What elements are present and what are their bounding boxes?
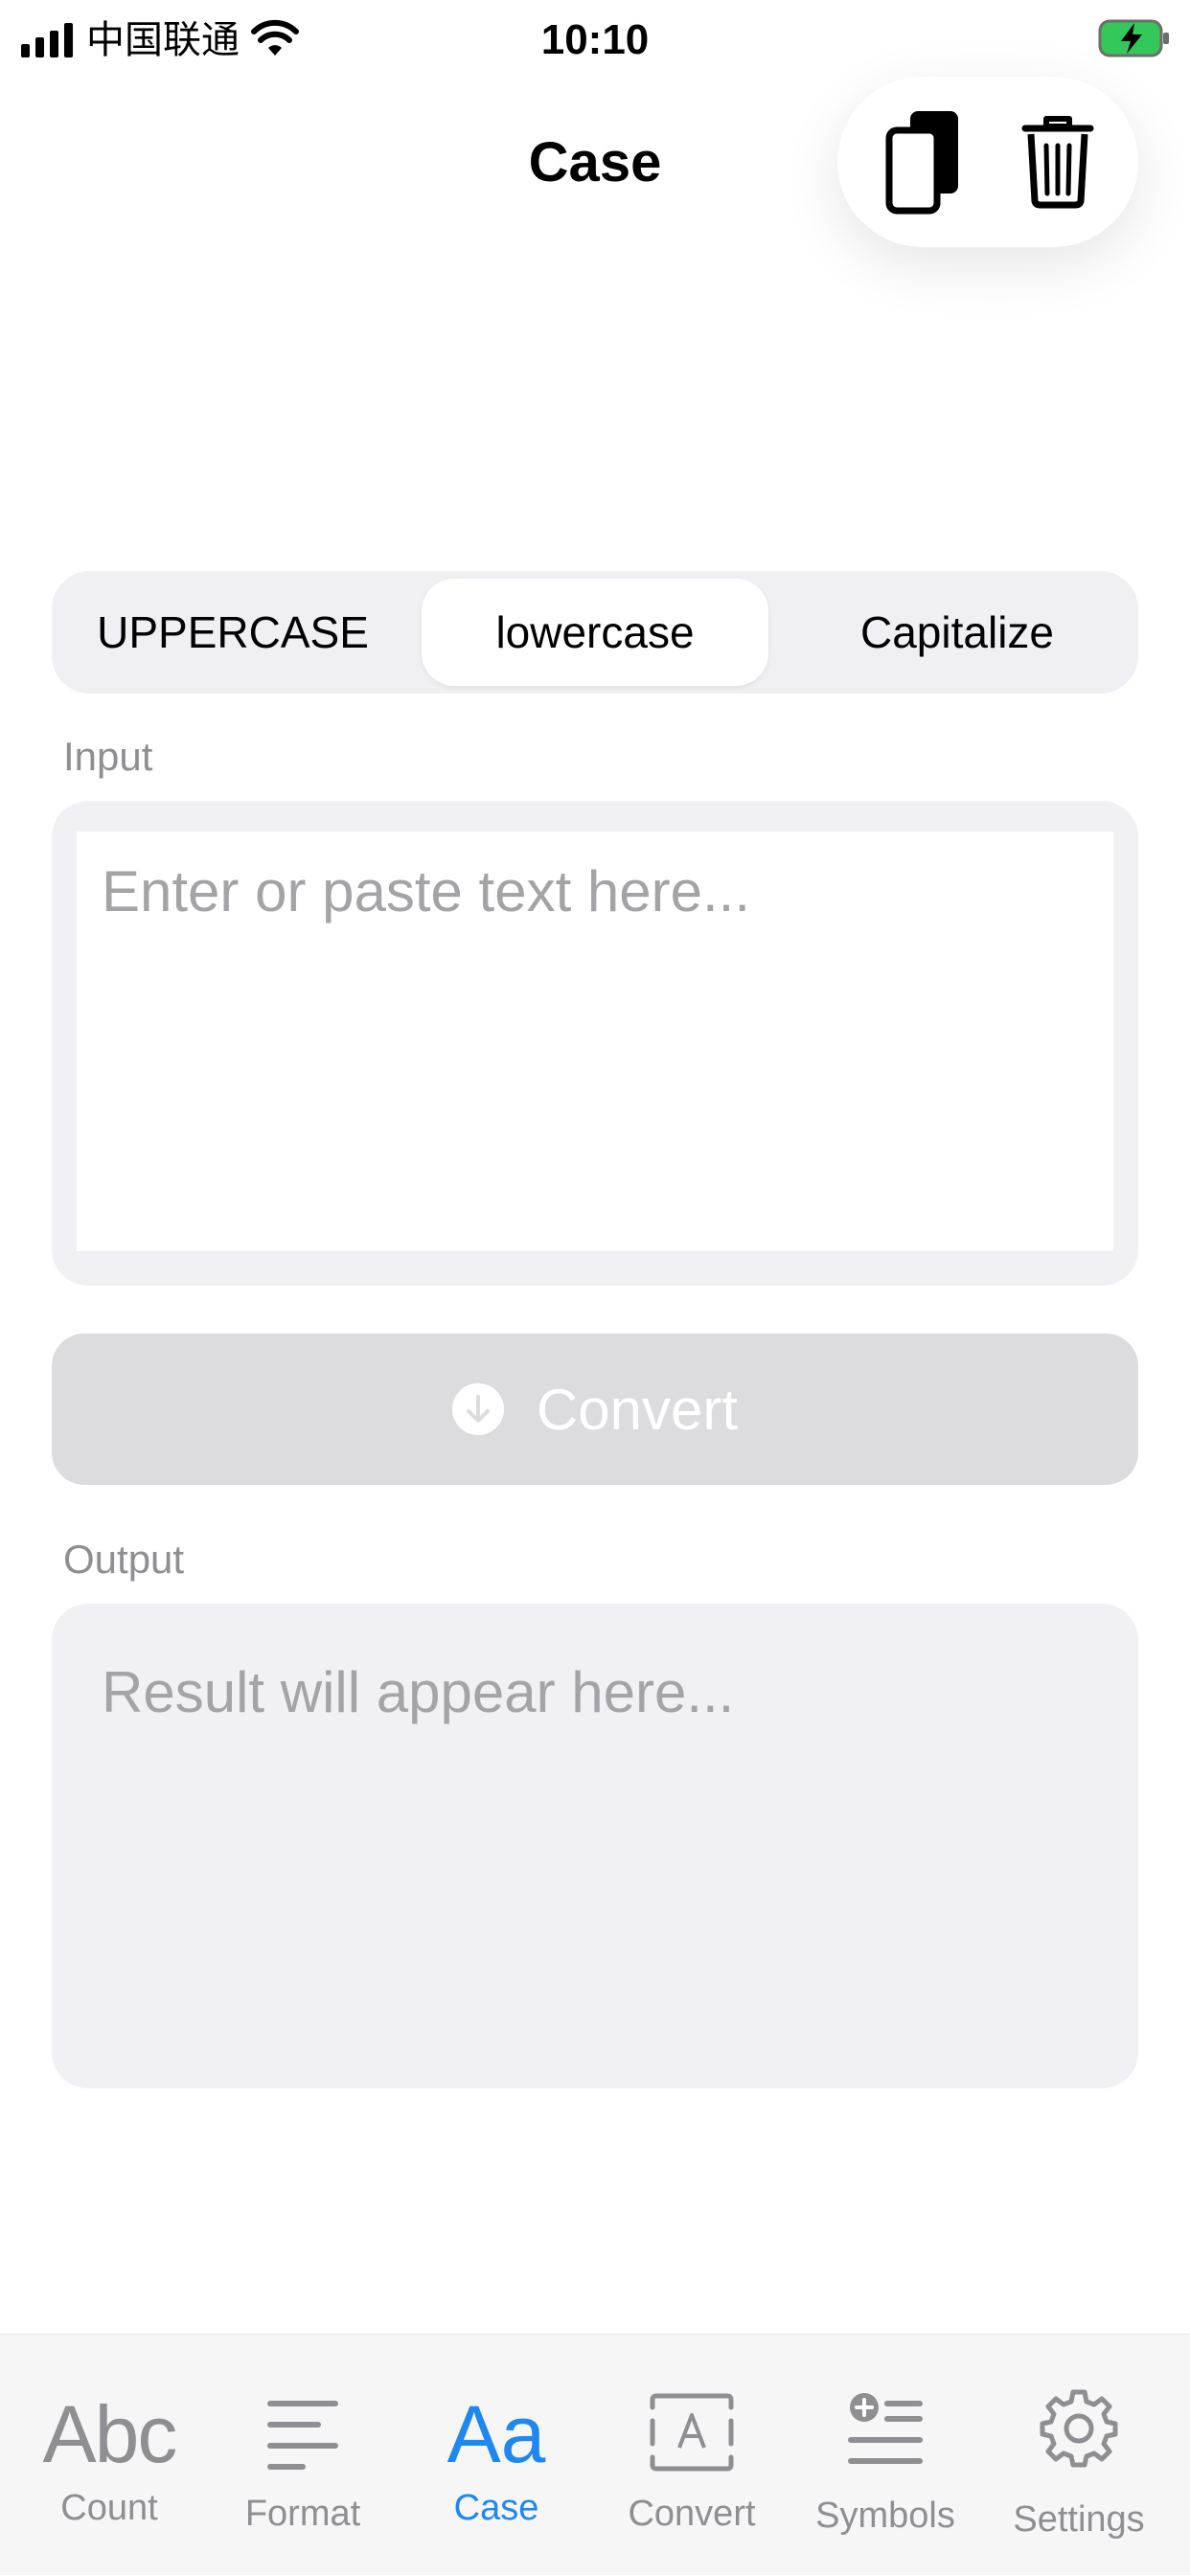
battery-charging-icon xyxy=(1098,19,1169,57)
copy-icon xyxy=(885,111,958,215)
convert-button[interactable]: Convert xyxy=(52,1334,1138,1485)
tab-format[interactable]: Format xyxy=(207,2335,399,2576)
copy-button[interactable] xyxy=(876,103,972,218)
gear-icon xyxy=(983,2386,1175,2471)
tab-case[interactable]: Aa Case xyxy=(400,2335,592,2576)
output-label: Output xyxy=(63,1537,185,1582)
arrow-down-circle-icon xyxy=(451,1383,504,1435)
tab-symbols-label: Symbols xyxy=(815,2496,955,2536)
segment-uppercase[interactable]: UPPERCASE xyxy=(59,579,406,686)
input-label: Input xyxy=(63,734,153,779)
status-time: 10:10 xyxy=(540,16,650,63)
text-box-icon xyxy=(596,2392,788,2473)
tab-settings-label: Settings xyxy=(1013,2499,1145,2540)
tab-case-label: Case xyxy=(453,2488,539,2528)
trash-icon xyxy=(1021,116,1094,209)
status-bar: 中国联通 10:10 xyxy=(0,0,1190,80)
output-area[interactable]: Result will appear here... xyxy=(52,1604,1138,2088)
tab-format-label: Format xyxy=(244,2494,361,2534)
input-container xyxy=(52,801,1138,1286)
abc-icon: Abc xyxy=(42,2389,178,2479)
tab-symbols[interactable]: Symbols xyxy=(790,2335,981,2576)
clear-button[interactable] xyxy=(1010,103,1106,218)
tab-count[interactable]: Abc Count xyxy=(13,2335,205,2576)
segment-capitalize[interactable]: Capitalize xyxy=(784,579,1131,686)
tab-settings[interactable]: Settings xyxy=(983,2335,1175,2576)
plus-list-icon xyxy=(790,2390,981,2471)
tab-count-label: Count xyxy=(60,2488,158,2528)
segment-lowercase[interactable]: lowercase xyxy=(422,579,768,686)
input-textarea[interactable] xyxy=(77,832,1113,1251)
tab-convert[interactable]: Convert xyxy=(596,2335,788,2576)
tab-bar: Abc Count Format Aa Case Convert Symbols… xyxy=(0,2334,1190,2575)
text-align-icon xyxy=(207,2394,399,2474)
case-segmented-control: UPPERCASE lowercase Capitalize xyxy=(52,571,1138,694)
header-actions xyxy=(837,77,1138,247)
convert-label: Convert xyxy=(536,1377,739,1442)
aa-icon: Aa xyxy=(446,2389,546,2479)
output-placeholder: Result will appear here... xyxy=(102,1660,735,1724)
tab-convert-label: Convert xyxy=(628,2494,756,2534)
